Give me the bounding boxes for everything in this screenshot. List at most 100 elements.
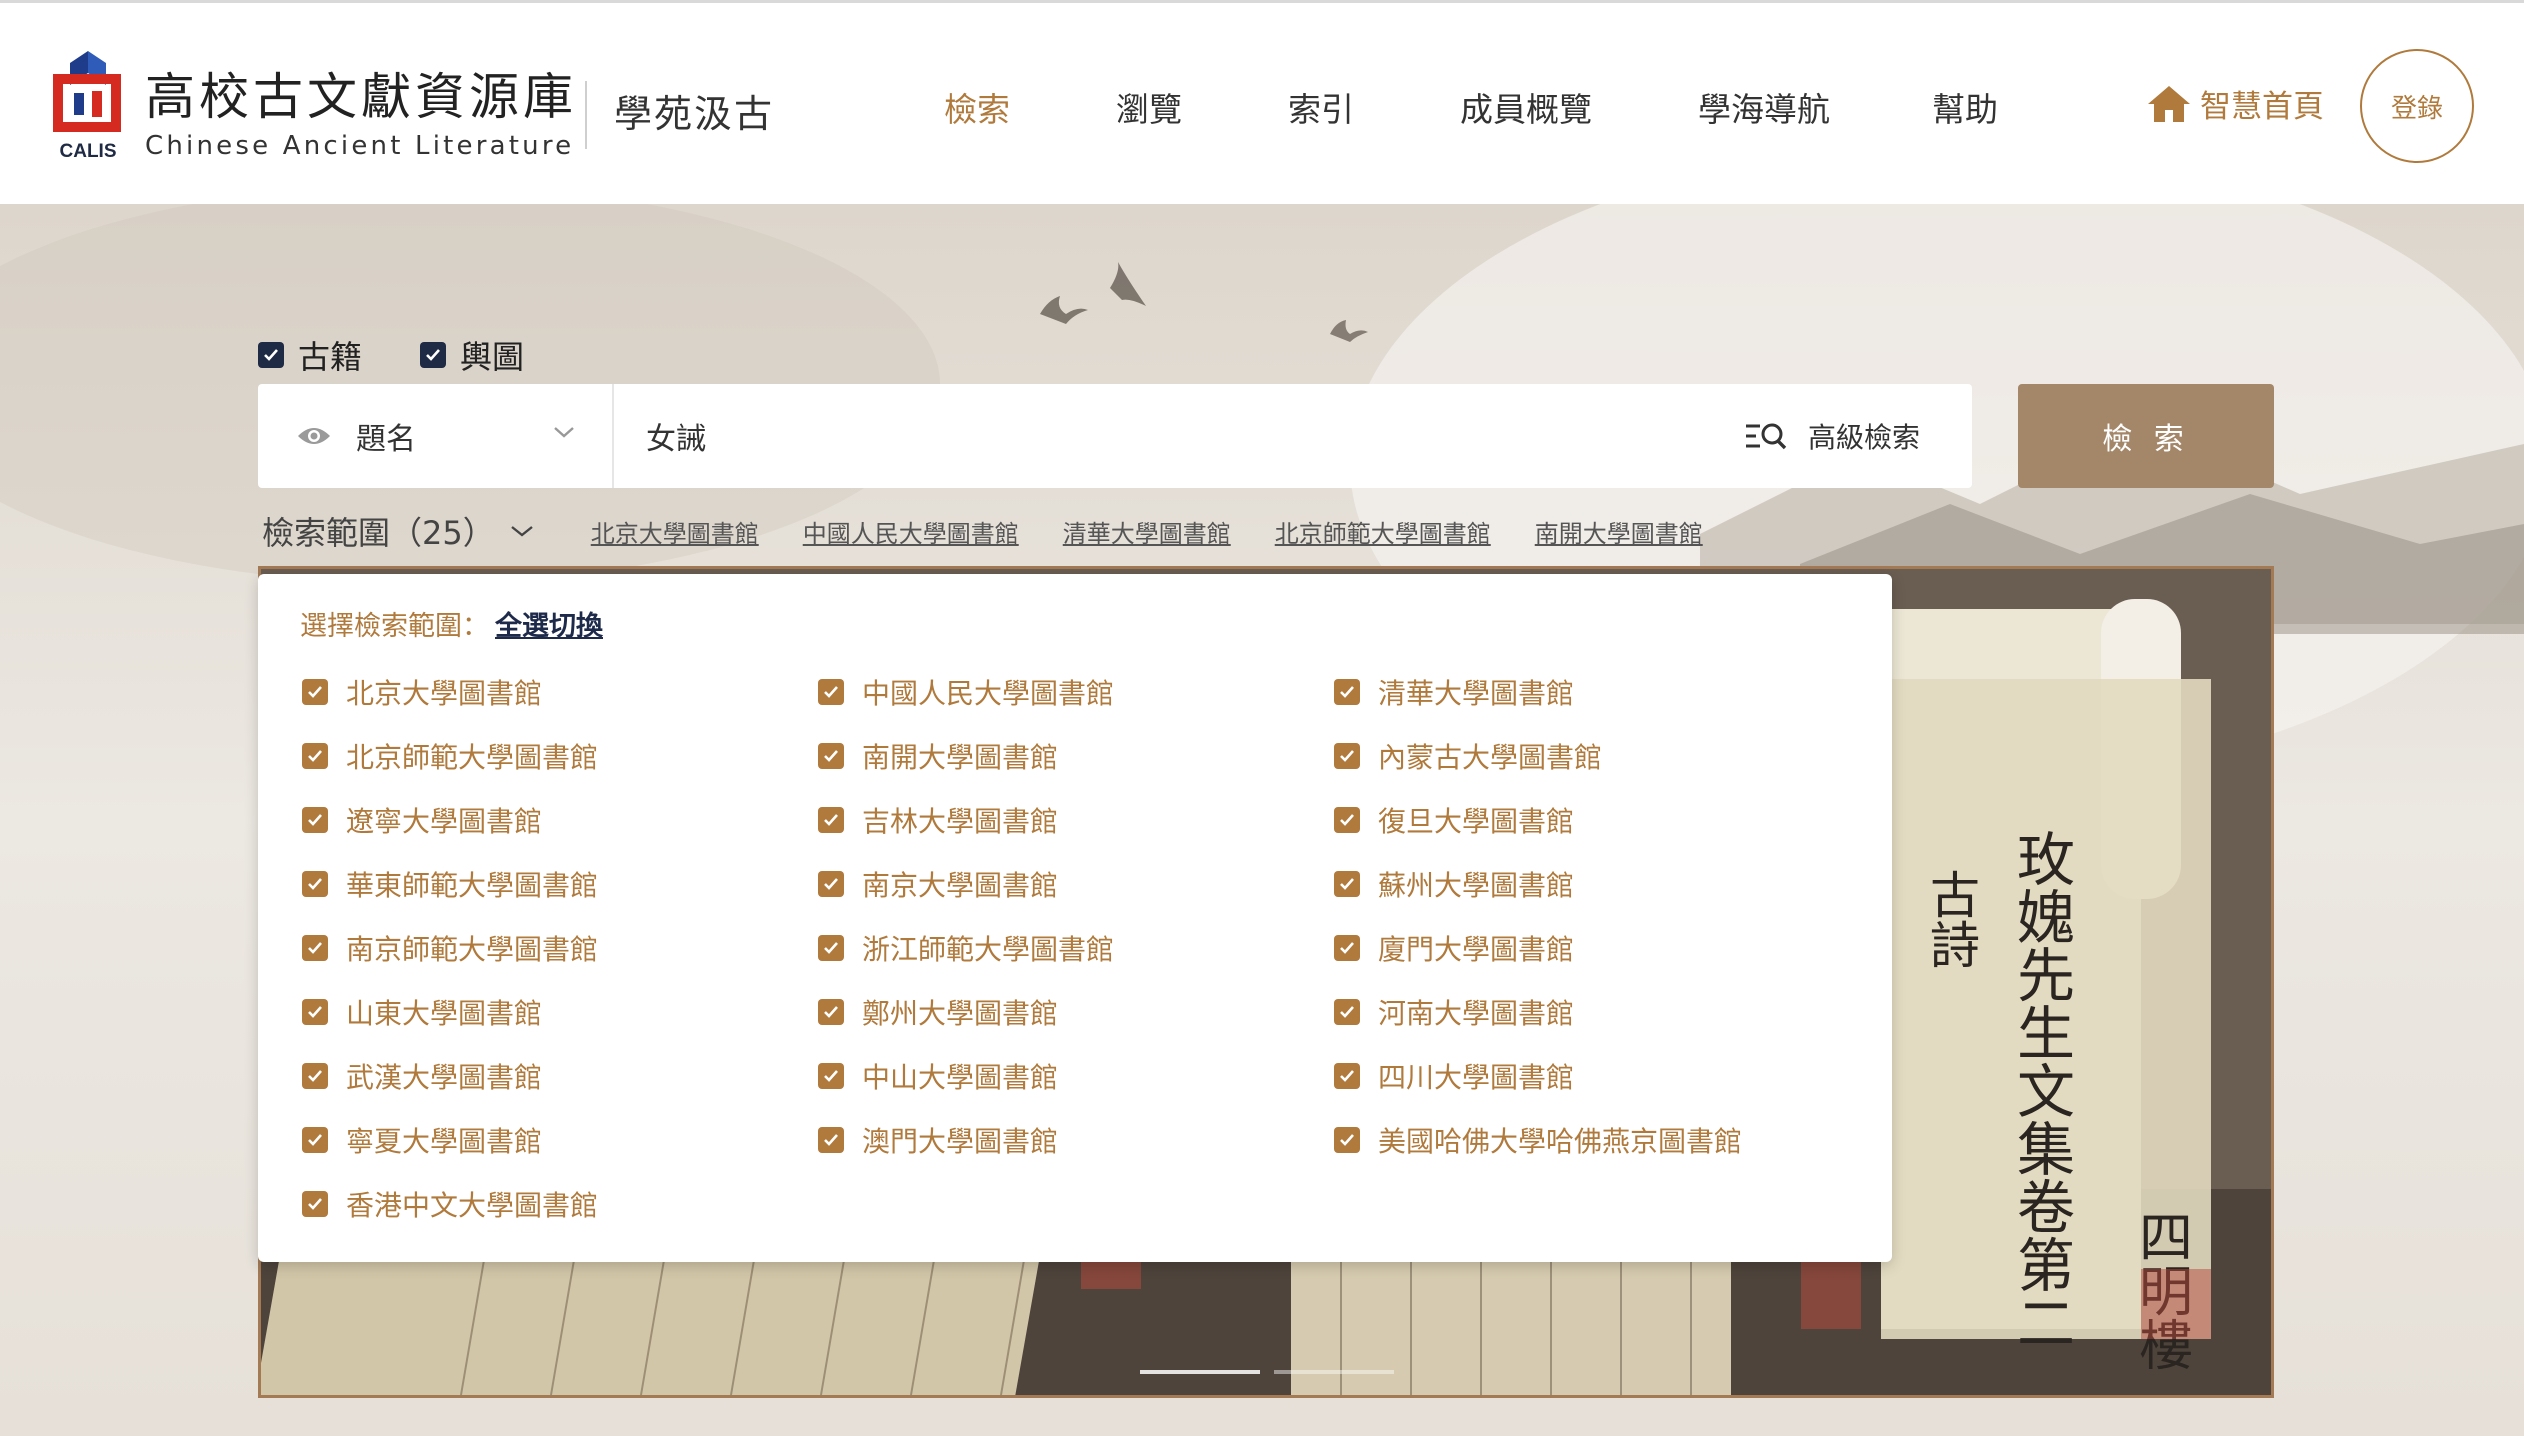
library-label: 內蒙古大學圖書館	[1378, 741, 1603, 774]
chevron-down-icon	[510, 526, 533, 537]
checkbox-checked-icon	[818, 935, 844, 961]
nav-members[interactable]: 成員概覽	[1460, 83, 1592, 131]
nav-help[interactable]: 幫助	[1932, 83, 1998, 131]
svg-text:CALIS: CALIS	[60, 141, 117, 162]
type-ancient-books-checkbox[interactable]: 古籍	[258, 332, 362, 378]
checkbox-checked-icon	[1334, 1127, 1360, 1153]
advanced-search-icon	[1745, 423, 1787, 450]
library-label: 復旦大學圖書館	[1378, 805, 1575, 838]
library-label: 遼寧大學圖書館	[346, 805, 543, 838]
library-checkbox[interactable]: 寧夏大學圖書館	[302, 1120, 542, 1160]
checkbox-checked-icon	[1334, 743, 1360, 769]
library-checkbox[interactable]: 美國哈佛大學哈佛燕京圖書館	[1334, 1120, 1742, 1160]
chevron-down-icon	[554, 427, 574, 438]
toggle-all-link[interactable]: 全選切換	[495, 611, 603, 642]
search-scope-dropdown: 選擇檢索範圍： 全選切換 北京大學圖書館 中國人民大學圖書館 清華大學圖書館 北京師範大…	[258, 574, 1892, 1262]
advanced-search-label: 高級檢索	[1807, 421, 1920, 454]
library-label: 澳門大學圖書館	[862, 1125, 1059, 1158]
library-checkbox[interactable]: 河南大學圖書館	[1334, 992, 1574, 1032]
checkbox-checked-icon	[818, 1063, 844, 1089]
library-checkbox[interactable]: 中山大學圖書館	[818, 1056, 1058, 1096]
checkbox-checked-icon	[1334, 679, 1360, 705]
library-checkbox[interactable]: 南京師範大學圖書館	[302, 928, 598, 968]
checkbox-checked-icon	[1334, 871, 1360, 897]
scope-link-ruc[interactable]: 中國人民大學圖書館	[803, 514, 1019, 549]
scope-link-tsinghua[interactable]: 清華大學圖書館	[1063, 514, 1231, 549]
search-submit-button[interactable]: 檢 索	[2018, 384, 2274, 488]
checkbox-checked-icon	[818, 1127, 844, 1153]
search-input[interactable]	[614, 383, 1744, 489]
scope-link-bnu[interactable]: 北京師範大學圖書館	[1275, 514, 1491, 549]
library-label: 南京師範大學圖書館	[346, 933, 599, 966]
svg-text:古詩: 古詩	[1922, 869, 1980, 969]
site-title[interactable]: 高校古文獻資源庫	[145, 57, 577, 129]
library-checkbox[interactable]: 華東師範大學圖書館	[302, 864, 598, 904]
library-checkbox[interactable]: 山東大學圖書館	[302, 992, 542, 1032]
nav-navigation[interactable]: 學海導航	[1698, 83, 1830, 131]
search-field-select[interactable]: 題名	[258, 384, 614, 488]
library-checkbox[interactable]: 北京師範大學圖書館	[302, 736, 598, 776]
smart-home-link[interactable]: 智慧首頁	[2146, 81, 2324, 126]
library-checkbox[interactable]: 蘇州大學圖書館	[1334, 864, 1574, 904]
library-checkbox[interactable]: 南京大學圖書館	[818, 864, 1058, 904]
resource-type-checkboxes: 古籍 輿圖	[258, 332, 524, 378]
library-label: 廈門大學圖書館	[1378, 933, 1575, 966]
library-checkbox[interactable]: 中國人民大學圖書館	[818, 672, 1114, 712]
carousel-indicators	[1140, 1370, 1394, 1374]
calis-logo-icon[interactable]: CALIS	[52, 45, 124, 163]
carousel-dot[interactable]	[1140, 1370, 1260, 1374]
type-maps-checkbox[interactable]: 輿圖	[420, 332, 524, 378]
library-checkbox[interactable]: 香港中文大學圖書館	[302, 1184, 598, 1224]
library-label: 南京大學圖書館	[862, 869, 1059, 902]
library-checkbox[interactable]: 澳門大學圖書館	[818, 1120, 1058, 1160]
library-checkbox[interactable]: 北京大學圖書館	[302, 672, 542, 712]
library-checkbox[interactable]: 四川大學圖書館	[1334, 1056, 1574, 1096]
checkbox-checked-icon	[302, 743, 328, 769]
library-checkbox[interactable]: 廈門大學圖書館	[1334, 928, 1574, 968]
nav-index[interactable]: 索引	[1288, 83, 1354, 131]
library-label: 四川大學圖書館	[1378, 1061, 1575, 1094]
library-checkbox[interactable]: 復旦大學圖書館	[1334, 800, 1574, 840]
carousel-dot[interactable]	[1274, 1370, 1394, 1374]
checkbox-checked-icon	[302, 679, 328, 705]
checkbox-checked-icon	[818, 807, 844, 833]
scope-link-nankai[interactable]: 南開大學圖書館	[1535, 514, 1703, 549]
library-checkbox[interactable]: 遼寧大學圖書館	[302, 800, 542, 840]
checkbox-checked-icon	[302, 807, 328, 833]
library-checkbox[interactable]: 吉林大學圖書館	[818, 800, 1058, 840]
type-ancient-books-label: 古籍	[298, 338, 363, 376]
search-scope-toggle[interactable]: 檢索範圍（25）	[262, 508, 535, 554]
library-checkbox[interactable]: 內蒙古大學圖書館	[1334, 736, 1602, 776]
hero-background: 玫媿先生文集卷第二 古詩 四明樓 古籍	[0, 204, 2524, 1436]
search-bar: 題名 高級檢索	[258, 383, 1972, 489]
library-label: 鄭州大學圖書館	[862, 997, 1059, 1030]
logo-divider	[585, 81, 587, 149]
library-label: 華東師範大學圖書館	[346, 869, 599, 902]
library-label: 山東大學圖書館	[346, 997, 543, 1030]
advanced-search-link[interactable]: 高級檢索	[1744, 416, 1920, 456]
library-label: 北京大學圖書館	[346, 677, 543, 710]
library-label: 浙江師範大學圖書館	[862, 933, 1115, 966]
login-button[interactable]: 登錄	[2360, 49, 2474, 163]
library-label: 寧夏大學圖書館	[346, 1125, 543, 1158]
library-label: 中國人民大學圖書館	[862, 677, 1115, 710]
site-subtitle: Chinese Ancient Literature	[145, 131, 575, 161]
checkbox-checked-icon	[1334, 807, 1360, 833]
checkbox-checked-icon	[302, 935, 328, 961]
library-label: 蘇州大學圖書館	[1378, 869, 1575, 902]
library-checkbox[interactable]: 鄭州大學圖書館	[818, 992, 1058, 1032]
checkbox-checked-icon	[302, 1191, 328, 1217]
library-checkbox[interactable]: 清華大學圖書館	[1334, 672, 1574, 712]
library-label: 河南大學圖書館	[1378, 997, 1575, 1030]
checkbox-checked-icon	[818, 743, 844, 769]
checkbox-checked-icon	[1334, 1063, 1360, 1089]
checkbox-checked-icon	[1334, 999, 1360, 1025]
eye-icon	[298, 428, 330, 444]
library-checkbox[interactable]: 武漢大學圖書館	[302, 1056, 542, 1096]
nav-browse[interactable]: 瀏覽	[1116, 83, 1182, 131]
library-checkbox[interactable]: 南開大學圖書館	[818, 736, 1058, 776]
search-field-label: 題名	[356, 422, 416, 457]
scope-link-pku[interactable]: 北京大學圖書館	[591, 514, 759, 549]
library-checkbox[interactable]: 浙江師範大學圖書館	[818, 928, 1114, 968]
nav-search[interactable]: 檢索	[944, 83, 1010, 131]
